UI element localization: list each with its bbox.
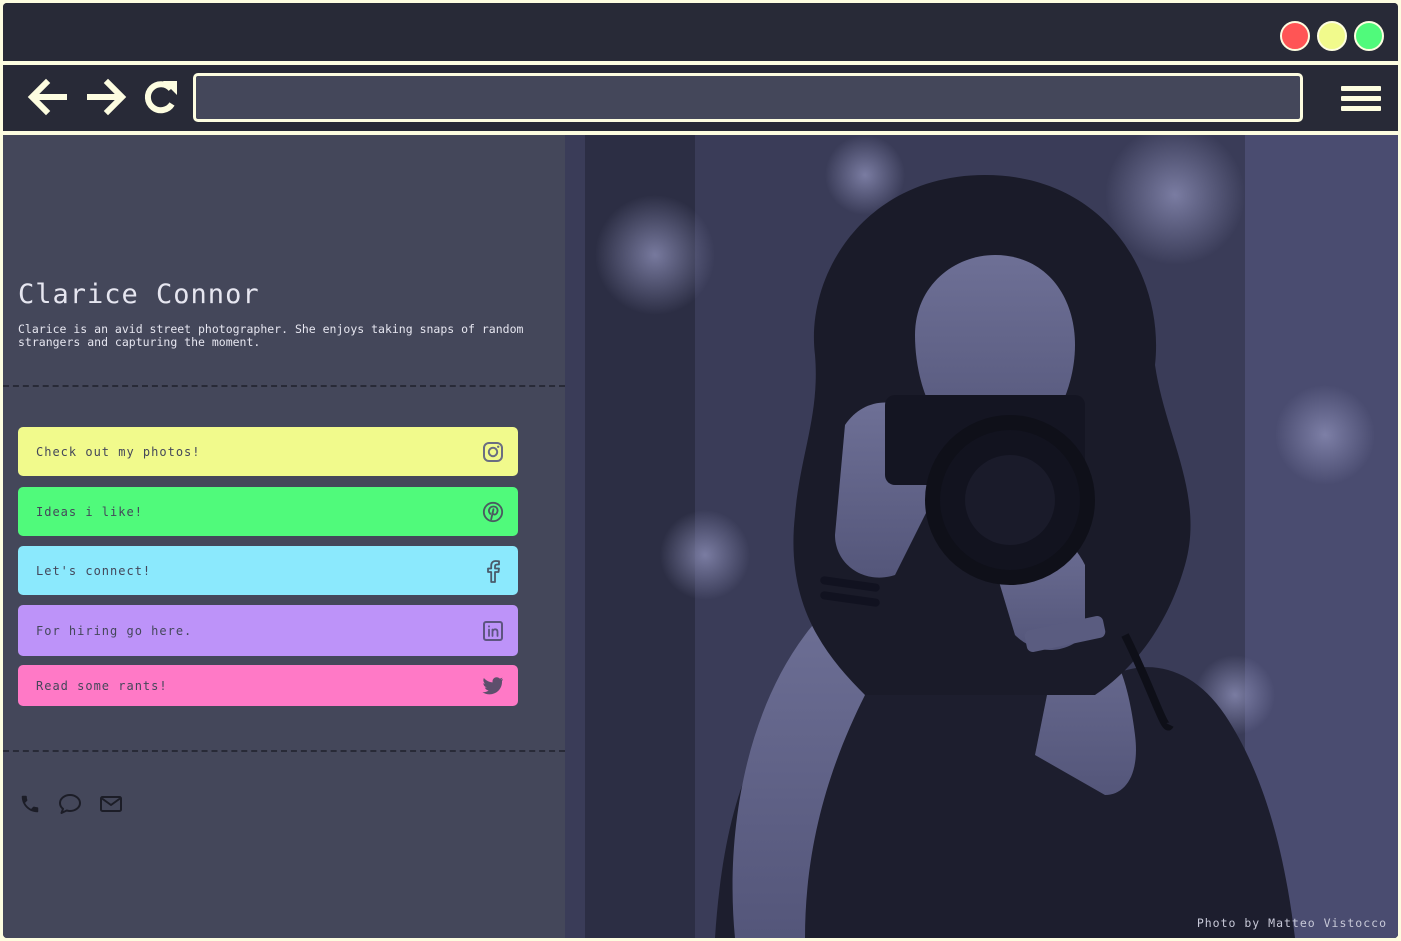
- profile-photo: Photo by Matteo Vistocco: [565, 135, 1398, 938]
- link-hiring-button[interactable]: For hiring go here.: [18, 605, 518, 656]
- hamburger-menu-icon: [1341, 86, 1381, 91]
- chat-bubble-icon: [59, 794, 81, 814]
- linkedin-icon: [482, 620, 504, 642]
- instagram-icon: [482, 441, 504, 463]
- photographer-image: [565, 135, 1398, 938]
- link-rants-label: Read some rants!: [36, 678, 168, 693]
- minimize-window-button[interactable]: [1317, 21, 1347, 51]
- link-ideas-button[interactable]: Ideas i like!: [18, 487, 518, 536]
- profile-panel: Clarice Connor Clarice is an avid street…: [3, 135, 565, 938]
- link-hiring-label: For hiring go here.: [36, 623, 193, 638]
- mail-button[interactable]: [99, 792, 123, 816]
- address-bar-input[interactable]: [193, 73, 1303, 122]
- link-connect-label: Let's connect!: [36, 563, 152, 578]
- page-content: Clarice Connor Clarice is an avid street…: [3, 135, 1398, 938]
- maximize-window-button[interactable]: [1354, 21, 1384, 51]
- forward-button[interactable]: [83, 75, 131, 119]
- profile-name: Clarice Connor: [18, 279, 260, 310]
- link-rants-button[interactable]: Read some rants!: [18, 665, 518, 706]
- link-photos-label: Check out my photos!: [36, 444, 201, 459]
- title-bar: [3, 3, 1398, 61]
- arrow-left-icon: [27, 78, 67, 116]
- facebook-icon: [482, 559, 504, 583]
- link-photos-button[interactable]: Check out my photos!: [18, 427, 518, 476]
- link-connect-button[interactable]: Let's connect!: [18, 546, 518, 595]
- mail-icon: [100, 796, 122, 812]
- back-button[interactable]: [23, 75, 71, 119]
- arrow-right-icon: [87, 78, 127, 116]
- phone-button[interactable]: [18, 792, 42, 816]
- link-ideas-label: Ideas i like!: [36, 504, 143, 519]
- close-window-button[interactable]: [1280, 21, 1310, 51]
- phone-icon: [21, 795, 39, 813]
- menu-button[interactable]: [1339, 83, 1383, 115]
- top-divider: [3, 385, 565, 387]
- photo-credit: Photo by Matteo Vistocco: [1196, 916, 1387, 930]
- bottom-divider: [3, 750, 565, 752]
- twitter-icon: [482, 675, 504, 697]
- pinterest-icon: [482, 501, 504, 523]
- navigation-bar: [3, 65, 1398, 131]
- chat-button[interactable]: [58, 792, 82, 816]
- browser-window: Clarice Connor Clarice is an avid street…: [3, 3, 1398, 938]
- profile-bio: Clarice is an avid street photographer. …: [18, 322, 524, 349]
- reload-icon: [144, 81, 177, 114]
- reload-button[interactable]: [137, 75, 185, 119]
